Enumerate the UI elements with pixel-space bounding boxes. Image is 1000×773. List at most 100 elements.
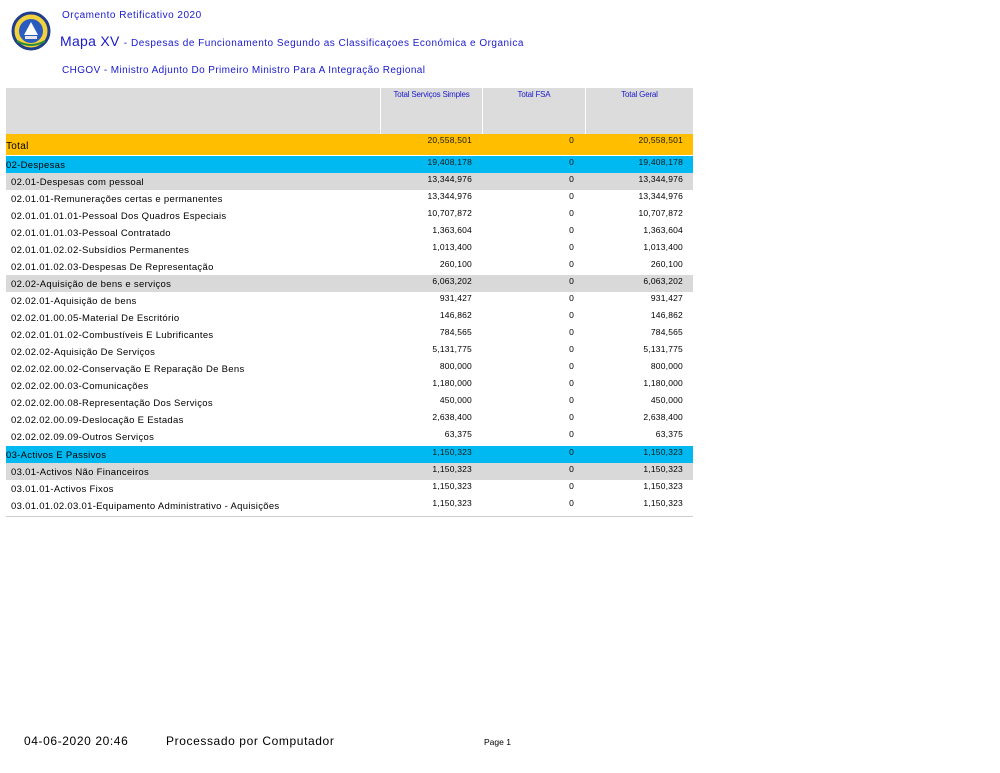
value-total-geral: 146,862 xyxy=(650,310,683,320)
value-total-fsa: 0 xyxy=(569,259,574,269)
value-total-fsa: 0 xyxy=(569,310,574,320)
value-total-fsa: 0 xyxy=(569,208,574,218)
value-total-fsa: 0 xyxy=(569,174,574,184)
footer-page-number: Page 1 xyxy=(484,737,511,747)
value-total-fsa: 0 xyxy=(569,191,574,201)
row-label: 02.02-Aquisição de bens e serviços xyxy=(11,279,172,290)
value-total-servicos-simples: 800,000 xyxy=(439,361,472,371)
column-header-total-geral: Total Geral xyxy=(585,88,693,134)
table-row: 02.02-Aquisição de bens e serviços 6,063,… xyxy=(6,275,693,292)
value-total-servicos-simples: 1,150,323 xyxy=(432,464,472,474)
value-total-fsa: 0 xyxy=(569,327,574,337)
table-row: 02.02.01.00.05-Material De Escritório 146… xyxy=(6,309,693,326)
row-label: 02.02.02.09.09-Outros Serviços xyxy=(11,432,155,443)
table-row: 02.01.01.02.02-Subsídios Permanentes 1,01… xyxy=(6,241,693,258)
table-bottom-rule xyxy=(6,516,693,517)
footer-processed-by: Processado por Computador xyxy=(166,734,335,748)
value-total-fsa: 0 xyxy=(569,242,574,252)
value-total-fsa: 0 xyxy=(569,412,574,422)
value-total-fsa: 0 xyxy=(569,225,574,235)
row-label: 02.02.02.00.02-Conservação E Reparação D… xyxy=(11,364,245,375)
value-total-servicos-simples: 1,363,604 xyxy=(432,225,472,235)
value-total-servicos-simples: 1,150,323 xyxy=(432,498,472,508)
table-row: 02.01.01.01.03-Pessoal Contratado 1,363,6… xyxy=(6,224,693,241)
value-total-fsa: 0 xyxy=(569,135,574,145)
footer-datetime: 04-06-2020 20:46 xyxy=(24,734,129,748)
value-total-servicos-simples: 2,638,400 xyxy=(432,412,472,422)
table-row: 02.02.02.00.03-Comunicações 1,180,000 0 1,1… xyxy=(6,377,693,394)
table-row: 02.01-Despesas com pessoal 13,344,976 0 13,… xyxy=(6,173,693,190)
table-row: 02.01.01-Remunerações certas e permanent… xyxy=(6,190,693,207)
value-total-servicos-simples: 1,150,323 xyxy=(432,447,472,457)
row-label: 02.02.02.00.03-Comunicações xyxy=(11,381,149,392)
map-separator: - xyxy=(123,38,128,49)
row-label: 02.01.01.02.03-Despesas De Representação xyxy=(11,262,214,273)
row-label: 02.02.02.00.08-Representação Dos Serviço… xyxy=(11,398,213,409)
value-total-geral: 1,013,400 xyxy=(643,242,683,252)
value-total-geral: 2,638,400 xyxy=(643,412,683,422)
table-body: Total 20,558,501 0 20,558,501 02-Despesas 19,… xyxy=(6,134,693,514)
row-label: 02.01.01.02.02-Subsídios Permanentes xyxy=(11,245,190,256)
value-total-fsa: 0 xyxy=(569,276,574,286)
value-total-geral: 13,344,976 xyxy=(638,174,683,184)
row-label: 02-Despesas xyxy=(6,160,66,171)
value-total-geral: 10,707,872 xyxy=(638,208,683,218)
value-total-geral: 1,150,323 xyxy=(643,498,683,508)
value-total-geral: 5,131,775 xyxy=(643,344,683,354)
table-row: 03.01.01.02.03.01-Equipamento Administra… xyxy=(6,497,693,514)
value-total-geral: 6,063,202 xyxy=(643,276,683,286)
value-total-geral: 63,375 xyxy=(655,429,683,439)
value-total-fsa: 0 xyxy=(569,378,574,388)
row-label: 02.01.01-Remunerações certas e permanent… xyxy=(11,194,223,205)
table-row: Total 20,558,501 0 20,558,501 xyxy=(6,134,693,155)
value-total-fsa: 0 xyxy=(569,344,574,354)
table-header: Total Serviços Simples Total FSA Total G… xyxy=(6,88,693,134)
map-heading: Mapa XV - Despesas de Funcionamento Segund… xyxy=(60,33,524,51)
value-total-geral: 1,150,323 xyxy=(643,447,683,457)
value-total-servicos-simples: 13,344,976 xyxy=(427,191,472,201)
value-total-servicos-simples: 6,063,202 xyxy=(432,276,472,286)
value-total-geral: 1,150,323 xyxy=(643,481,683,491)
value-total-geral: 20,558,501 xyxy=(638,135,683,145)
value-total-fsa: 0 xyxy=(569,157,574,167)
map-name: Mapa XV xyxy=(60,33,120,49)
row-label: 02.01.01.01.01-Pessoal Dos Quadros Espec… xyxy=(11,211,227,222)
row-label: 03.01.01-Activos Fixos xyxy=(11,484,114,495)
table-row: 02.02.01-Aquisição de bens 931,427 0 931,42… xyxy=(6,292,693,309)
value-total-servicos-simples: 931,427 xyxy=(439,293,472,303)
value-total-servicos-simples: 1,013,400 xyxy=(432,242,472,252)
value-total-servicos-simples: 146,862 xyxy=(439,310,472,320)
row-label: 02.01.01.01.03-Pessoal Contratado xyxy=(11,228,171,239)
value-total-servicos-simples: 260,100 xyxy=(439,259,472,269)
value-total-servicos-simples: 63,375 xyxy=(444,429,472,439)
value-total-fsa: 0 xyxy=(569,481,574,491)
value-total-servicos-simples: 1,150,323 xyxy=(432,481,472,491)
table-row: 02.02.02.00.08-Representação Dos Serviço… xyxy=(6,394,693,411)
row-label: 03.01.01.02.03.01-Equipamento Administra… xyxy=(11,501,280,512)
row-label: 02.02.02.00.09-Deslocação E Estadas xyxy=(11,415,184,426)
budget-table: Total Serviços Simples Total FSA Total G… xyxy=(6,88,693,517)
row-label: 02.02.01-Aquisição de bens xyxy=(11,296,137,307)
value-total-geral: 1,150,323 xyxy=(643,464,683,474)
table-row: 02.01.01.02.03-Despesas De Representação… xyxy=(6,258,693,275)
value-total-fsa: 0 xyxy=(569,464,574,474)
table-row: 03-Activos E Passivos 1,150,323 0 1,150,323 xyxy=(6,446,693,463)
value-total-fsa: 0 xyxy=(569,395,574,405)
value-total-servicos-simples: 19,408,178 xyxy=(427,157,472,167)
value-total-geral: 260,100 xyxy=(650,259,683,269)
row-label: 02.02.01.00.05-Material De Escritório xyxy=(11,313,180,324)
table-row: 02.02.02-Aquisição De Serviços 5,131,775 0… xyxy=(6,343,693,360)
value-total-geral: 1,180,000 xyxy=(643,378,683,388)
value-total-fsa: 0 xyxy=(569,447,574,457)
map-description: Despesas de Funcionamento Segundo as Cla… xyxy=(131,38,524,49)
value-total-geral: 450,000 xyxy=(650,395,683,405)
row-label: 02.02.02-Aquisição De Serviços xyxy=(11,347,156,358)
column-header-total-fsa: Total FSA xyxy=(482,88,585,134)
row-label: 02.02.01.01.02-Combustíveis E Lubrifican… xyxy=(11,330,214,341)
value-total-fsa: 0 xyxy=(569,498,574,508)
column-header-total-servicos-simples: Total Serviços Simples xyxy=(380,88,482,134)
value-total-servicos-simples: 1,180,000 xyxy=(432,378,472,388)
row-label: 02.01-Despesas com pessoal xyxy=(11,177,144,188)
table-row: 02.02.01.01.02-Combustíveis E Lubrifican… xyxy=(6,326,693,343)
value-total-servicos-simples: 20,558,501 xyxy=(427,135,472,145)
